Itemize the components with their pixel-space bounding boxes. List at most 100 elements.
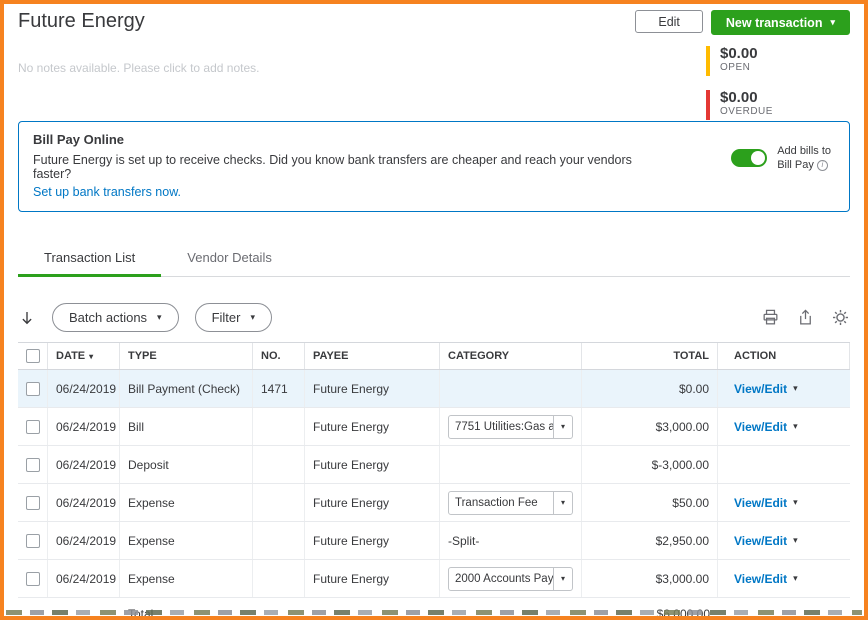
total-header: TOTAL <box>582 343 718 369</box>
row-checkbox[interactable] <box>25 495 40 510</box>
tab-vendor-details[interactable]: Vendor Details <box>161 240 298 277</box>
bottom-artifact-strip <box>6 610 862 615</box>
table-row[interactable]: 06/24/2019 Bill Payment (Check) 1471 Fut… <box>18 370 850 408</box>
add-bills-toggle[interactable] <box>731 149 768 167</box>
action-cell: View/Edit ▾ <box>718 560 850 597</box>
category-cell <box>440 446 582 483</box>
category-cell: 2000 Accounts Pay ▾ <box>440 560 582 597</box>
open-label: OPEN <box>720 62 751 73</box>
new-transaction-button[interactable]: New transaction ▾ <box>710 10 850 35</box>
category-cell: Transaction Fee ▾ <box>440 484 582 521</box>
info-icon[interactable]: i <box>816 159 828 171</box>
row-checkbox[interactable] <box>25 571 40 586</box>
view-edit-link[interactable]: View/Edit <box>734 572 787 586</box>
table-tool-icons <box>761 308 850 327</box>
filter-button[interactable]: Filter ▾ <box>194 303 272 332</box>
category-cell: -Split- <box>440 522 582 559</box>
date-header[interactable]: DATE ▾ <box>48 343 120 369</box>
overdue-label: OVERDUE <box>720 106 773 117</box>
filter-label: Filter <box>211 310 241 325</box>
settings-gear-icon[interactable] <box>831 308 850 327</box>
total-cell: $0.00 <box>582 370 718 407</box>
caret-down-icon: ▾ <box>157 312 162 322</box>
bill-pay-title: Bill Pay Online <box>33 132 125 147</box>
type-cell: Bill <box>120 408 253 445</box>
no-cell <box>253 408 305 445</box>
total-row-label: Total <box>120 598 253 617</box>
open-summary[interactable]: $0.00 OPEN <box>706 46 846 76</box>
header-buttons: Edit New transaction ▾ <box>635 10 850 35</box>
view-edit-link[interactable]: View/Edit <box>734 382 787 396</box>
row-checkbox[interactable] <box>25 381 40 396</box>
view-edit-link[interactable]: View/Edit <box>734 534 787 548</box>
checkbox-cell <box>18 484 48 521</box>
payee-cell: Future Energy <box>305 560 440 597</box>
print-icon[interactable] <box>761 308 780 327</box>
category-dropdown[interactable]: 7751 Utilities:Gas a ▾ <box>448 414 573 439</box>
edit-button[interactable]: Edit <box>635 10 703 33</box>
toggle-label-line2: Bill Pay <box>777 159 814 171</box>
setup-bank-transfers-link[interactable]: Set up bank transfers now. <box>33 185 181 199</box>
type-cell: Expense <box>120 560 253 597</box>
total-cell: $3,000.00 <box>582 408 718 445</box>
add-bills-toggle-label: Add bills to Bill Pay i <box>777 144 831 172</box>
action-cell: View/Edit ▾ <box>718 484 850 521</box>
action-caret-icon[interactable]: ▾ <box>793 535 798 546</box>
view-edit-link[interactable]: View/Edit <box>734 420 787 434</box>
overdue-bar-icon <box>706 90 710 120</box>
open-bar-icon <box>706 46 710 76</box>
footer-spacer <box>48 598 120 616</box>
caret-down-icon: ▾ <box>830 17 835 27</box>
no-cell <box>253 446 305 483</box>
view-edit-link[interactable]: View/Edit <box>734 496 787 510</box>
payee-header: PAYEE <box>305 343 440 369</box>
total-cell: $3,000.00 <box>582 560 718 597</box>
no-cell: 1471 <box>253 370 305 407</box>
action-caret-icon[interactable]: ▾ <box>793 497 798 508</box>
action-caret-icon[interactable]: ▾ <box>793 573 798 584</box>
footer-spacer <box>718 598 850 616</box>
type-header: TYPE <box>120 343 253 369</box>
page-title: Future Energy <box>18 10 145 32</box>
row-checkbox[interactable] <box>25 533 40 548</box>
type-cell: Expense <box>120 522 253 559</box>
footer-spacer <box>253 598 305 616</box>
table-row[interactable]: 06/24/2019 Expense Future Energy Transac… <box>18 484 850 522</box>
total-cell: $50.00 <box>582 484 718 521</box>
tab-transaction-list[interactable]: Transaction List <box>18 240 162 277</box>
caret-down-icon[interactable]: ▾ <box>553 415 572 438</box>
checkbox-cell <box>18 446 48 483</box>
category-cell: 7751 Utilities:Gas a ▾ <box>440 408 582 445</box>
table-toolbar: Batch actions ▾ Filter ▾ <box>18 303 850 332</box>
table-row[interactable]: 06/24/2019 Expense Future Energy -Split-… <box>18 522 850 560</box>
category-header: CATEGORY <box>440 343 582 369</box>
date-cell: 06/24/2019 <box>48 560 120 597</box>
table-header-row: DATE ▾ TYPE NO. PAYEE CATEGORY TOTAL ACTI… <box>18 342 850 370</box>
sort-icon[interactable] <box>18 309 36 327</box>
action-cell <box>718 446 850 483</box>
select-all-checkbox[interactable] <box>25 349 40 363</box>
table-row[interactable]: 06/24/2019 Bill Future Energy 7751 Utili… <box>18 408 850 446</box>
action-caret-icon[interactable]: ▾ <box>793 383 798 394</box>
notes-placeholder[interactable]: No notes available. Please click to add … <box>18 61 438 75</box>
category-dropdown[interactable]: 2000 Accounts Pay ▾ <box>448 566 573 591</box>
caret-down-icon[interactable]: ▾ <box>553 567 572 590</box>
export-icon[interactable] <box>796 308 815 327</box>
overdue-amount: $0.00 <box>720 89 758 106</box>
checkbox-cell <box>18 370 48 407</box>
action-caret-icon[interactable]: ▾ <box>793 421 798 432</box>
checkbox-cell <box>18 408 48 445</box>
table-row[interactable]: 06/24/2019 Deposit Future Energy $-3,000… <box>18 446 850 484</box>
payee-cell: Future Energy <box>305 370 440 407</box>
overdue-summary[interactable]: $0.00 OVERDUE <box>706 90 846 120</box>
category-dropdown[interactable]: Transaction Fee ▾ <box>448 490 573 515</box>
tab-bar: Transaction List Vendor Details <box>18 240 850 277</box>
caret-down-icon[interactable]: ▾ <box>553 491 572 514</box>
row-checkbox[interactable] <box>25 457 40 472</box>
bill-pay-online-panel: Bill Pay Online Future Energy is set up … <box>18 121 850 212</box>
batch-actions-button[interactable]: Batch actions ▾ <box>52 303 179 332</box>
table-row[interactable]: 06/24/2019 Expense Future Energy 2000 Ac… <box>18 560 850 598</box>
action-cell: View/Edit ▾ <box>718 370 850 407</box>
row-checkbox[interactable] <box>25 419 40 434</box>
toggle-label-line1: Add bills to <box>777 145 831 157</box>
